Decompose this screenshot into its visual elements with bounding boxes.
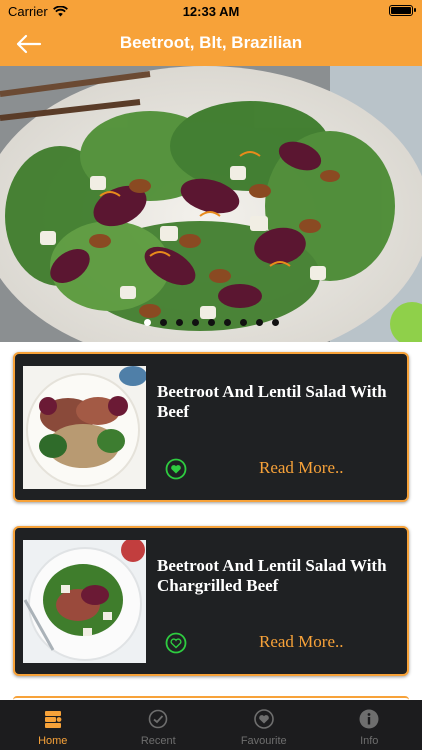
heart-icon <box>253 709 274 729</box>
read-more-link[interactable]: Read More.. <box>259 458 344 478</box>
heart-icon[interactable] <box>165 458 187 480</box>
tab-label: Recent <box>140 735 176 747</box>
tab-favourite[interactable]: Favourite <box>211 700 317 750</box>
nav-bar: Beetroot, Blt, Brazilian <box>0 22 422 66</box>
carousel-dot[interactable] <box>143 319 151 326</box>
top-bar: Carrier 12:33 AM Beetroot, Blt, Brazilia… <box>0 0 422 66</box>
hero-carousel[interactable] <box>0 66 422 342</box>
recipe-title: Beetroot And Lentil Salad With Beef <box>157 382 387 421</box>
recipe-card[interactable]: Beetroot And Lentil Salad With Beef Read… <box>13 352 409 502</box>
carousel-dot[interactable] <box>207 319 215 326</box>
heart-outline-icon[interactable] <box>165 632 187 654</box>
carousel-dot[interactable] <box>159 319 167 326</box>
read-more-link[interactable]: Read More.. <box>259 632 344 652</box>
carousel-dot[interactable] <box>239 319 247 326</box>
hero-salad-image <box>0 66 422 342</box>
carousel-dot[interactable] <box>255 319 263 326</box>
page-title: Beetroot, Blt, Brazilian <box>119 33 303 52</box>
status-time: 12:33 AM <box>182 4 240 19</box>
carousel-dot[interactable] <box>271 319 279 326</box>
carousel-dot[interactable] <box>191 319 199 326</box>
tab-recent[interactable]: Recent <box>106 700 212 750</box>
battery-icon <box>389 5 416 16</box>
home-icon <box>44 711 62 728</box>
tab-info[interactable]: Info <box>317 700 422 750</box>
recipe-thumbnail <box>23 366 146 489</box>
carousel-dot[interactable] <box>175 319 183 326</box>
recipe-title: Beetroot And Lentil Salad With Chargrill… <box>157 556 387 595</box>
status-bar: Carrier 12:33 AM <box>0 0 422 22</box>
tab-home[interactable]: Home <box>0 700 106 750</box>
recipe-thumbnail <box>23 540 146 663</box>
tab-label: Info <box>360 735 379 747</box>
carousel-dot[interactable] <box>223 319 231 326</box>
info-icon <box>359 709 379 729</box>
tab-bar: Home Recent Favourite Info <box>0 700 422 750</box>
carousel-dots[interactable] <box>0 319 422 326</box>
recipe-card[interactable]: Beetroot And Lentil Salad With Chargrill… <box>13 526 409 676</box>
recent-icon <box>148 709 168 729</box>
tab-label: Favourite <box>240 735 287 747</box>
tab-label: Home <box>38 735 68 747</box>
